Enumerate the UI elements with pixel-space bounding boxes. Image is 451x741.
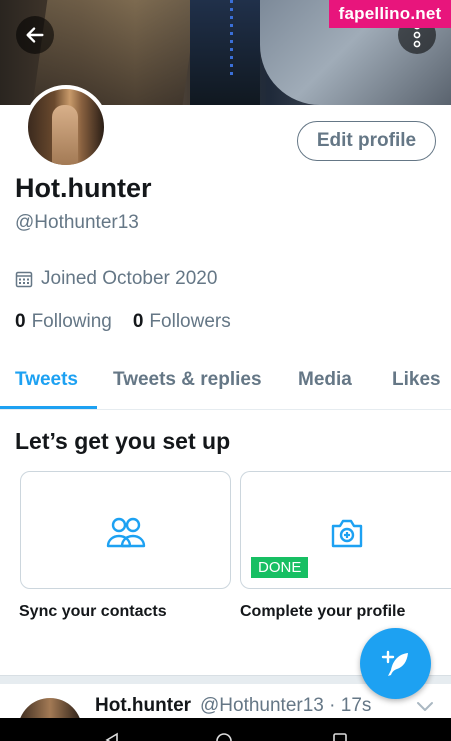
- tab-tweets[interactable]: Tweets: [15, 369, 78, 391]
- joined-date: Joined October 2020: [15, 268, 217, 290]
- compose-feather-icon: [381, 650, 408, 676]
- nav-back-icon[interactable]: [104, 732, 120, 741]
- tweet-handle-time: @Hothunter13 · 17s: [200, 695, 372, 716]
- tweet-avatar[interactable]: [18, 698, 82, 718]
- profile-handle: @Hothunter13: [15, 212, 139, 233]
- system-navigation-bar: [0, 718, 451, 741]
- following-label: Following: [31, 311, 112, 332]
- profile-display-name: Hot.hunter: [15, 173, 152, 203]
- camera-plus-icon: [331, 519, 363, 548]
- watermark: fapellino.net: [329, 0, 451, 28]
- tab-media[interactable]: Media: [298, 369, 352, 391]
- active-tab-indicator: [0, 406, 97, 409]
- setup-title: Let’s get you set up: [15, 428, 231, 454]
- done-badge: DONE: [251, 557, 309, 578]
- arrow-left-icon: [26, 27, 44, 43]
- complete-profile-card[interactable]: DONE: [240, 471, 451, 589]
- tweet-author-name: Hot.hunter: [95, 695, 192, 716]
- compose-tweet-button[interactable]: [360, 628, 431, 699]
- followers-link[interactable]: 0 Followers: [133, 311, 231, 333]
- following-link[interactable]: 0 Following: [15, 311, 112, 333]
- back-button[interactable]: [16, 16, 54, 54]
- people-icon: [106, 517, 145, 548]
- calendar-icon: [15, 271, 33, 288]
- nav-home-icon[interactable]: [215, 732, 233, 741]
- profile-avatar[interactable]: [24, 85, 108, 169]
- sync-contacts-card[interactable]: [20, 471, 231, 589]
- follow-stats: 0 Following 0 Followers: [15, 311, 252, 333]
- edit-profile-button[interactable]: Edit profile: [297, 121, 436, 161]
- tab-likes[interactable]: Likes: [392, 369, 441, 391]
- tab-tweets-replies[interactable]: Tweets & replies: [113, 369, 262, 391]
- chevron-down-icon[interactable]: [416, 700, 434, 712]
- sync-contacts-label: Sync your contacts: [19, 603, 167, 620]
- joined-label: Joined October 2020: [41, 268, 218, 289]
- following-count: 0: [15, 311, 26, 332]
- followers-count: 0: [132, 311, 144, 332]
- nav-recents-icon[interactable]: [332, 732, 348, 741]
- followers-label: Followers: [149, 311, 231, 332]
- complete-profile-label: Complete your profile: [240, 603, 406, 620]
- profile-tabs: Tweets Tweets & replies Media Likes: [0, 358, 451, 410]
